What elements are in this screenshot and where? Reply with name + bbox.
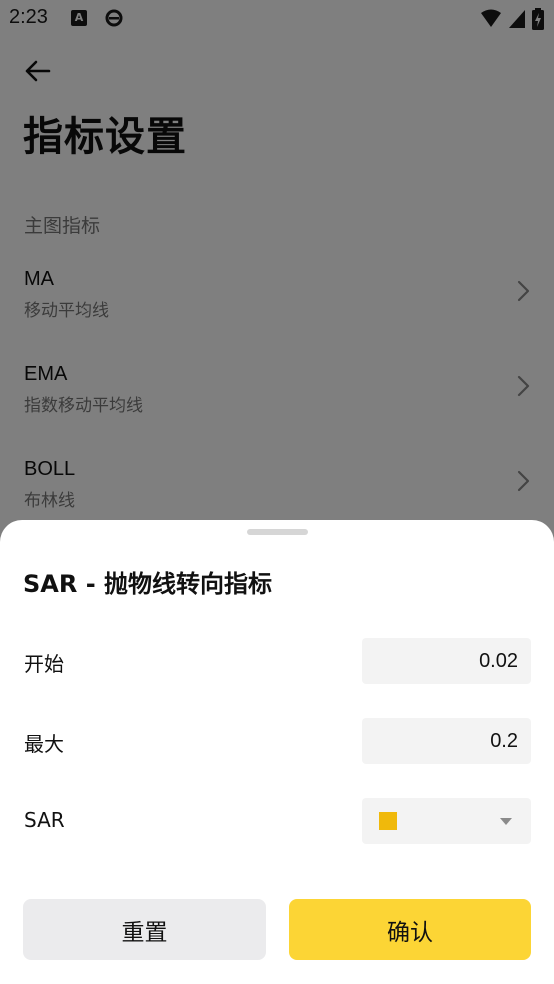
sar-color-label: SAR [24,808,65,832]
reset-button[interactable]: 重置 [23,899,266,960]
screen: 2:23 A 指标设置 主图指标 MA 移动平均线 [0,0,554,984]
confirm-button[interactable]: 确认 [289,899,531,960]
color-swatch [379,812,397,830]
sar-color-select[interactable] [362,798,531,844]
sar-settings-sheet: SAR - 抛物线转向指标 开始 0.02 最大 0.2 SAR 重置 确认 [0,520,554,984]
start-input[interactable]: 0.02 [362,638,531,684]
max-input[interactable]: 0.2 [362,718,531,764]
max-field-row: 最大 0.2 [0,718,554,764]
start-label: 开始 [24,652,64,676]
max-label: 最大 [24,732,64,756]
sar-color-row: SAR [0,798,554,844]
start-field-row: 开始 0.02 [0,638,554,684]
caret-down-icon [500,818,512,825]
drag-handle[interactable] [247,529,308,535]
sheet-title: SAR - 抛物线转向指标 [23,570,273,598]
